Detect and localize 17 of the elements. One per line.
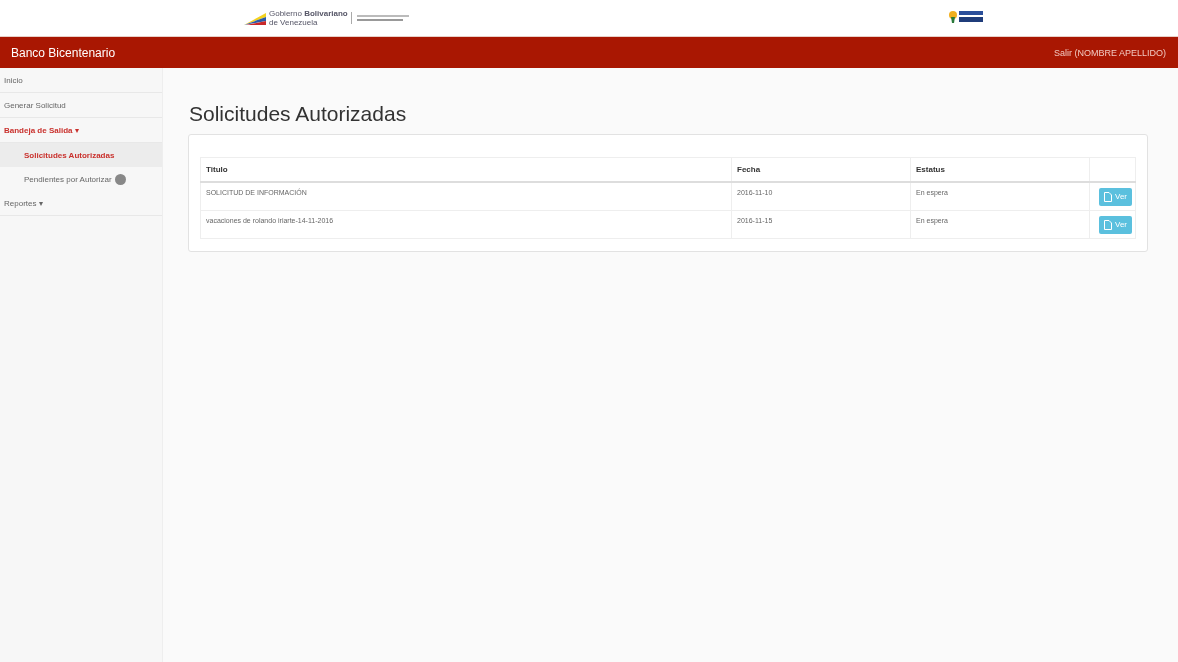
logo-text: Gobierno Bolivariano de Venezuela bbox=[269, 9, 348, 27]
document-icon bbox=[1104, 219, 1112, 230]
sidebar-item[interactable]: Inicio bbox=[0, 68, 162, 93]
column-header: Titulo bbox=[200, 157, 732, 182]
column-header: Fecha bbox=[731, 157, 911, 182]
logout-link[interactable]: Salir (NOMBRE APELLIDO) bbox=[1053, 47, 1166, 58]
sidebar-item[interactable]: Pendientes por Autorizar bbox=[0, 167, 162, 191]
sidebar-item[interactable]: Generar Solicitud bbox=[0, 93, 162, 118]
badge-icon bbox=[114, 173, 126, 185]
emblem-icon bbox=[947, 9, 984, 23]
column-header: Estatus bbox=[910, 157, 1090, 182]
sidebar-item[interactable]: Reportes ▾ bbox=[0, 191, 162, 216]
document-icon bbox=[1104, 191, 1112, 202]
page-title: Solicitudes Autorizadas bbox=[189, 102, 408, 126]
brand-link[interactable]: Banco Bicentenario bbox=[11, 45, 116, 60]
sidebar-item[interactable]: Solicitudes Autorizadas bbox=[0, 143, 162, 167]
flag-icon bbox=[244, 11, 266, 25]
